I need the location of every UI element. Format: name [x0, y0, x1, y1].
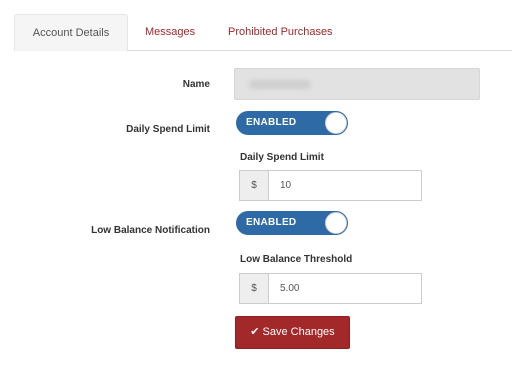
save-changes-button[interactable]: ✔ Save Changes [235, 316, 350, 349]
low-balance-notification-label: Low Balance Notification [91, 225, 210, 236]
redacted-name-value [249, 80, 311, 89]
tab-bar: Account Details Messages Prohibited Purc… [0, 0, 512, 52]
toggle-knob [325, 212, 347, 234]
low-balance-field-label: Low Balance Threshold [240, 254, 353, 265]
low-balance-threshold-input-group: $ 5.00 [239, 273, 422, 304]
daily-spend-limit-label: Daily Spend Limit [126, 124, 210, 135]
name-field[interactable] [234, 68, 480, 100]
low-balance-toggle-state: ENABLED [246, 217, 297, 228]
low-balance-notification-toggle[interactable]: ENABLED [236, 211, 348, 235]
daily-spend-toggle-state: ENABLED [246, 117, 297, 128]
daily-spend-limit-input[interactable]: 10 [280, 171, 291, 200]
daily-spend-field-label: Daily Spend Limit [240, 152, 324, 163]
currency-addon: $ [240, 171, 269, 200]
low-balance-threshold-input[interactable]: 5.00 [280, 274, 299, 303]
currency-addon: $ [240, 274, 269, 303]
daily-spend-limit-input-group: $ 10 [239, 170, 422, 201]
tab-account-details[interactable]: Account Details [14, 14, 128, 51]
tab-prohibited-purchases[interactable]: Prohibited Purchases [214, 14, 347, 51]
save-changes-label: Save Changes [262, 326, 335, 338]
daily-spend-limit-toggle[interactable]: ENABLED [236, 111, 348, 135]
check-icon: ✔ [250, 326, 260, 338]
tab-messages[interactable]: Messages [131, 14, 209, 51]
toggle-knob [325, 112, 347, 134]
name-label: Name [182, 79, 210, 90]
